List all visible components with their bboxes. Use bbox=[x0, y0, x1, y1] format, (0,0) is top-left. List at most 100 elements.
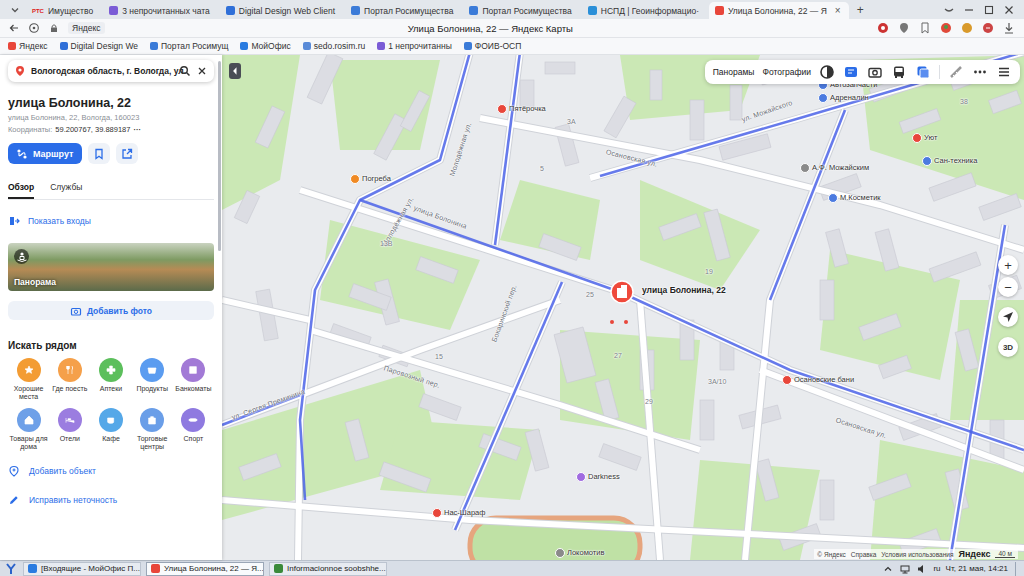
map-label[interactable]: Сан-техника bbox=[922, 156, 977, 166]
show-entrances[interactable]: Показать входы bbox=[8, 215, 214, 227]
map-label[interactable]: Уют bbox=[912, 133, 937, 143]
bookmark[interactable]: 1 непрочитанны bbox=[377, 41, 452, 51]
browser-tab[interactable]: 3 непрочитанных чата bbox=[103, 2, 218, 19]
save-button[interactable] bbox=[88, 143, 110, 164]
start-icon[interactable] bbox=[4, 562, 18, 576]
browser-tab[interactable]: Улица Болонина, 22 — Я× bbox=[709, 2, 849, 19]
page-title[interactable]: Улица Болонина, 22 — Яндекс Карты bbox=[113, 23, 868, 34]
place-tab[interactable]: Обзор bbox=[8, 180, 34, 199]
place-pin-icon[interactable] bbox=[611, 281, 633, 303]
minimize-icon[interactable] bbox=[963, 4, 975, 16]
map-label[interactable]: Нас-Шараф bbox=[432, 508, 485, 518]
extension-icon[interactable] bbox=[876, 21, 890, 35]
nearby-category[interactable]: Продукты bbox=[132, 358, 173, 401]
bookmark[interactable]: Digital Design We bbox=[60, 41, 138, 51]
coordinates-more[interactable]: ··· bbox=[133, 125, 141, 134]
search-icon[interactable] bbox=[179, 65, 191, 77]
extension-icon[interactable] bbox=[960, 21, 974, 35]
new-tab-button[interactable]: + bbox=[851, 3, 870, 17]
map-layer-button[interactable]: Фотографии bbox=[762, 67, 811, 77]
layers-icon[interactable] bbox=[843, 64, 859, 80]
extension-icon[interactable] bbox=[981, 21, 995, 35]
nearby-category[interactable]: Спорт bbox=[173, 408, 214, 451]
browser-tab[interactable]: НСПД | Геоинформацио· bbox=[582, 2, 707, 19]
taskbar-item[interactable]: [Входящие - МойОфис П... bbox=[23, 562, 141, 576]
panorama-preview[interactable]: Панорама bbox=[8, 243, 214, 291]
tab-close-button[interactable]: × bbox=[835, 5, 841, 16]
network-icon[interactable] bbox=[899, 563, 911, 575]
clock[interactable]: Чт, 21 мая, 14:21 bbox=[946, 564, 1010, 573]
bookmark[interactable]: sedo.rosim.ru bbox=[303, 41, 366, 51]
sidebar-action[interactable]: Добавить объект bbox=[8, 465, 214, 477]
bookmark[interactable]: Портал Росимущ bbox=[150, 41, 228, 51]
attribution-link[interactable]: Справка bbox=[851, 551, 877, 558]
zoom-out-button[interactable]: − bbox=[998, 277, 1018, 297]
bookmark[interactable]: МойОфис bbox=[240, 41, 290, 51]
attribution-link[interactable]: Условия использования bbox=[881, 551, 953, 558]
sidebar-scrollbar[interactable] bbox=[218, 61, 221, 251]
tabs-menu-icon[interactable] bbox=[9, 4, 21, 16]
tray-arrow-icon[interactable] bbox=[882, 563, 894, 575]
bookmark-icon[interactable] bbox=[918, 21, 932, 35]
protect-icon[interactable] bbox=[28, 22, 40, 34]
map-label[interactable]: Пятёрочка bbox=[497, 104, 546, 114]
browser-tab[interactable]: Портал Росимущества bbox=[463, 2, 579, 19]
bookmark[interactable]: Яндекс bbox=[8, 41, 48, 51]
close-window-icon[interactable] bbox=[1003, 4, 1015, 16]
taskbar-item[interactable]: Улица Болонина, 22 — Я... bbox=[146, 562, 264, 576]
3d-button[interactable]: 3D bbox=[998, 337, 1018, 357]
maximize-icon[interactable] bbox=[983, 4, 995, 16]
download-icon[interactable] bbox=[1002, 21, 1016, 35]
map-label[interactable]: А.Ф. Можайским bbox=[800, 163, 869, 173]
keyboard-language[interactable]: ru bbox=[933, 564, 940, 573]
nearby-category[interactable]: Отели bbox=[49, 408, 90, 451]
nearby-category[interactable]: Где поесть bbox=[49, 358, 90, 401]
bookmark[interactable]: ФОИВ-ОСП bbox=[464, 41, 522, 51]
add-photo-button[interactable]: Добавить фото bbox=[8, 301, 214, 320]
map-label[interactable]: М.Косметик bbox=[828, 193, 881, 203]
share-button[interactable] bbox=[116, 143, 138, 164]
nearby-category[interactable]: Кафе bbox=[90, 408, 131, 451]
volume-icon[interactable] bbox=[916, 563, 928, 575]
map-canvas[interactable] bbox=[222, 55, 1024, 560]
coordinates-value[interactable]: 59.200767, 39.889187 bbox=[55, 125, 130, 134]
nearby-category[interactable]: Банкоматы bbox=[173, 358, 214, 401]
traffic-icon[interactable] bbox=[819, 64, 835, 80]
map[interactable]: ул. МожайскогоОсановская ул.Осановская у… bbox=[222, 55, 1024, 560]
pin-label[interactable]: улица Болонина, 22 bbox=[642, 285, 726, 295]
pin-icon[interactable] bbox=[897, 21, 911, 35]
map-label[interactable]: Адреналин bbox=[818, 93, 869, 103]
ruler-icon[interactable] bbox=[948, 64, 964, 80]
nearby-category[interactable]: Хорошие места bbox=[8, 358, 49, 401]
camera-icon[interactable] bbox=[867, 64, 883, 80]
search-field[interactable]: Вологодская область, г. Вологда, ул. bbox=[8, 60, 214, 82]
site-name[interactable]: Яндекс bbox=[68, 22, 105, 34]
show-desktop-button[interactable] bbox=[1015, 562, 1020, 576]
nearby-category[interactable]: Аптеки bbox=[90, 358, 131, 401]
zoom-in-button[interactable]: + bbox=[998, 255, 1018, 275]
browser-tab[interactable]: РТСИмущество bbox=[26, 2, 101, 19]
browser-tab[interactable]: Портал Росимущества bbox=[345, 2, 461, 19]
map-layer-button[interactable]: Панорамы bbox=[713, 67, 755, 77]
browser-tab[interactable]: Digital Design Web Client bbox=[220, 2, 343, 19]
transport-icon[interactable] bbox=[891, 64, 907, 80]
route-button[interactable]: Маршрут bbox=[8, 143, 82, 164]
nearby-category[interactable]: Товары для дома bbox=[8, 408, 49, 451]
more-icon[interactable] bbox=[972, 64, 988, 80]
collapse-icon[interactable] bbox=[943, 4, 955, 16]
map-label[interactable]: Осановские бани bbox=[782, 375, 854, 385]
map-label[interactable]: Локомотив bbox=[555, 548, 604, 558]
nearby-category[interactable]: Торговые центры bbox=[132, 408, 173, 451]
clear-icon[interactable] bbox=[196, 65, 208, 77]
yandex-logo[interactable]: Яндекс bbox=[958, 549, 990, 559]
sidebar-action[interactable]: Исправить неточность bbox=[8, 494, 214, 506]
collapse-sidebar-button[interactable] bbox=[229, 63, 241, 79]
locate-button[interactable] bbox=[998, 307, 1018, 327]
map-label[interactable]: Погреба bbox=[350, 174, 391, 184]
extension-icon[interactable] bbox=[939, 21, 953, 35]
taskbar-item[interactable]: Informacionnoe soobshhe... bbox=[269, 562, 387, 576]
menu-icon[interactable] bbox=[996, 64, 1012, 80]
map-type-icon[interactable] bbox=[915, 64, 931, 80]
place-tab[interactable]: Службы bbox=[50, 180, 82, 199]
map-label[interactable]: Darkness bbox=[576, 472, 620, 482]
